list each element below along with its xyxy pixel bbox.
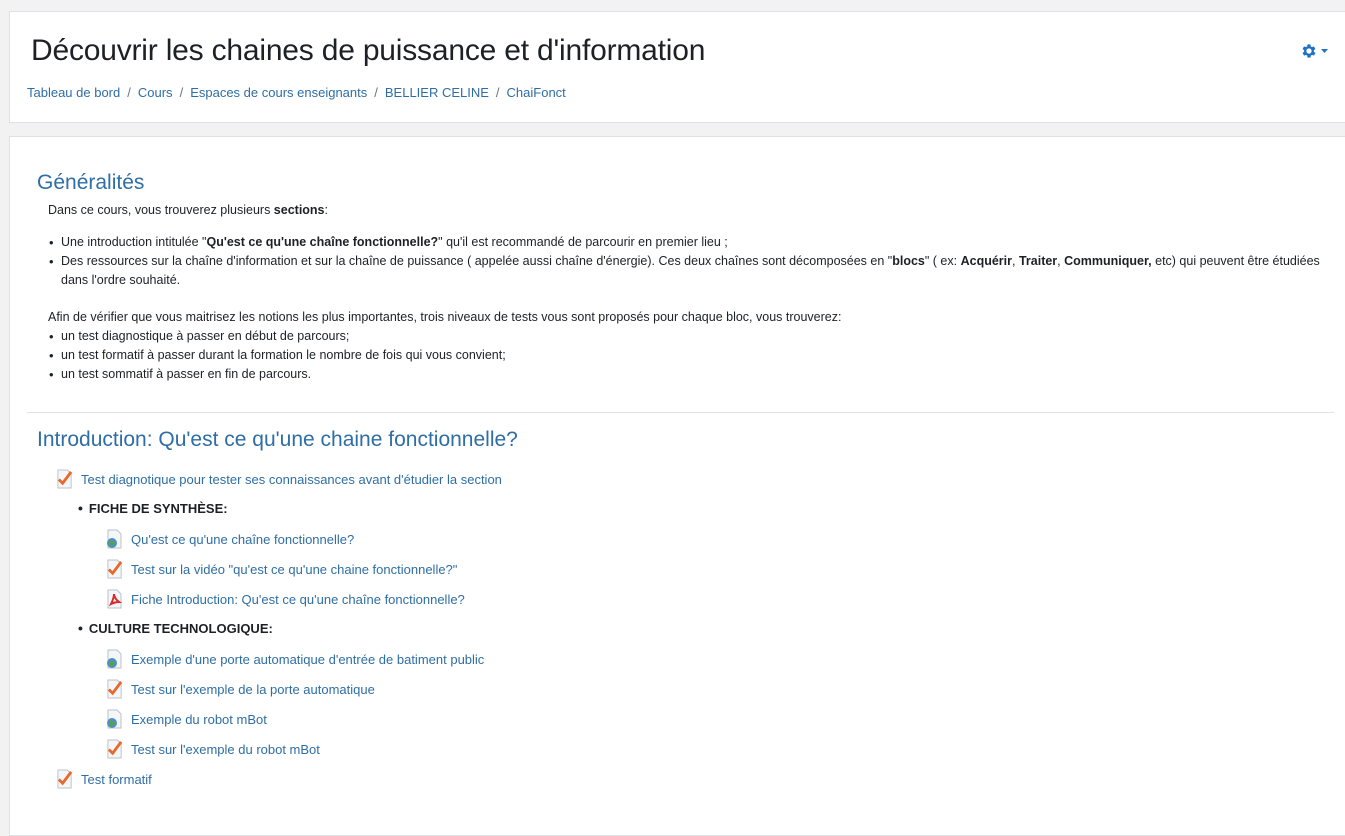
subheading-culture-technologique: • CULTURE TECHNOLOGIQUE:	[78, 620, 273, 636]
page-header: Découvrir les chaines de puissance et d'…	[9, 11, 1345, 123]
breadcrumb-courses[interactable]: Cours	[138, 85, 173, 100]
quiz-icon	[107, 679, 123, 699]
quiz-icon	[57, 769, 73, 789]
url-icon	[107, 649, 122, 669]
breadcrumb-separator: /	[127, 85, 131, 100]
page-title: Découvrir les chaines de puissance et d'…	[31, 34, 706, 67]
subheading-fiche-synthese: • FICHE DE SYNTHÈSE:	[78, 500, 228, 516]
summary-sections-list: Une introduction intitulée "Qu'est ce qu…	[48, 233, 1338, 290]
breadcrumb-dashboard[interactable]: Tableau de bord	[27, 85, 120, 100]
course-content: Généralités Dans ce cours, vous trouvere…	[9, 136, 1345, 836]
quiz-icon	[107, 559, 123, 579]
list-item: Des ressources sur la chaîne d'informati…	[48, 252, 1338, 290]
chevron-down-icon	[1321, 48, 1328, 53]
breadcrumb-teacher-spaces[interactable]: Espaces de cours enseignants	[190, 85, 367, 100]
activity-quiz-porte-automatique[interactable]: Test sur l'exemple de la porte automatiq…	[106, 679, 375, 699]
breadcrumb-separator: /	[495, 85, 500, 100]
list-item: un test sommatif à passer en fin de parc…	[48, 365, 1338, 384]
breadcrumb-teacher[interactable]: BELLIER CELINE	[385, 85, 489, 100]
section-title-introduction[interactable]: Introduction: Qu'est ce qu'une chaine fo…	[37, 428, 518, 452]
section-title-generalites[interactable]: Généralités	[37, 171, 144, 195]
url-icon	[107, 709, 122, 729]
activity-pdf-fiche-introduction[interactable]: Fiche Introduction: Qu'est ce qu'une cha…	[106, 589, 465, 609]
summary-tests-list: un test diagnostique à passer en début d…	[48, 327, 1338, 384]
breadcrumb-course[interactable]: ChaiFonct	[507, 85, 566, 100]
settings-menu[interactable]	[1300, 42, 1328, 60]
list-item: un test formatif à passer durant la form…	[48, 346, 1338, 365]
activity-url-robot-mbot[interactable]: Exemple du robot mBot	[106, 709, 267, 729]
summary-intro: Dans ce cours, vous trouverez plusieurs …	[48, 203, 328, 217]
section-summary: Dans ce cours, vous trouverez plusieurs …	[48, 201, 1338, 384]
activity-quiz-formatif[interactable]: Test formatif	[56, 769, 152, 789]
breadcrumb: Tableau de bord / Cours / Espaces de cou…	[27, 85, 566, 100]
gear-icon	[1302, 44, 1316, 58]
activity-quiz-robot-mbot[interactable]: Test sur l'exemple du robot mBot	[106, 739, 320, 759]
breadcrumb-separator: /	[179, 85, 184, 100]
quiz-icon	[57, 469, 73, 489]
list-item: Une introduction intitulée "Qu'est ce qu…	[48, 233, 1338, 252]
breadcrumb-separator: /	[374, 85, 378, 100]
summary-tests-intro: Afin de vérifier que vous maitrisez les …	[48, 310, 842, 324]
section-divider	[27, 412, 1334, 413]
quiz-icon	[107, 739, 123, 759]
activity-url-chaine-fonctionnelle[interactable]: Qu'est ce qu'une chaîne fonctionnelle?	[106, 529, 354, 549]
activity-quiz-video[interactable]: Test sur la vidéo "qu'est ce qu'une chai…	[106, 559, 457, 579]
list-item: un test diagnostique à passer en début d…	[48, 327, 1338, 346]
activity-quiz-diagnostic[interactable]: Test diagnotique pour tester ses connais…	[56, 469, 502, 489]
pdf-icon	[107, 589, 123, 609]
url-icon	[107, 529, 122, 549]
activity-url-porte-automatique[interactable]: Exemple d'une porte automatique d'entrée…	[106, 649, 484, 669]
